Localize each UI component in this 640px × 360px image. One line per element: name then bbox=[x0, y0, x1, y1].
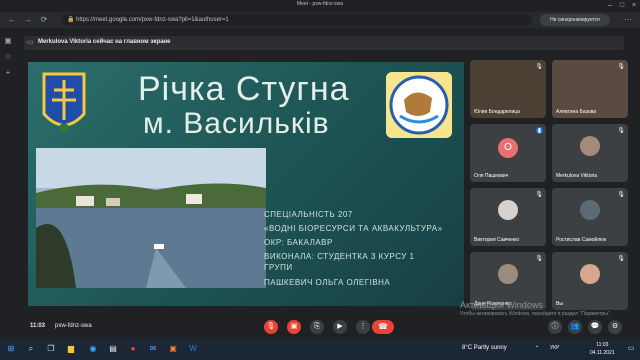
participant-tile[interactable]: 🎙 Юлия Бондарелица bbox=[470, 60, 546, 118]
browser-sidebar: ▣ ☆ + bbox=[0, 28, 16, 345]
people-button[interactable]: 👥 bbox=[568, 320, 582, 334]
info-line: «ВОДНІ БІОРЕСУРСИ ТА АКВАКУЛЬТУРА» bbox=[264, 224, 443, 233]
participant-tile[interactable]: 🎙 Merkulova Viktoria bbox=[552, 124, 628, 182]
weather-widget[interactable]: 8°C Partly sunny bbox=[462, 345, 507, 351]
mic-toggle-button[interactable]: 🎙 bbox=[264, 320, 278, 334]
clock[interactable]: 11:03 04.11.2021 bbox=[590, 341, 615, 357]
notifications-icon[interactable]: ▭ bbox=[624, 342, 638, 356]
river-photo bbox=[36, 148, 266, 288]
windows-activation-watermark: Активация Windows bbox=[460, 300, 543, 310]
mail-icon[interactable]: ✉ bbox=[146, 342, 160, 356]
present-screen-icon: ▭ bbox=[27, 39, 34, 46]
participant-name: Алевтина Базова bbox=[556, 109, 596, 115]
favorites-icon[interactable]: ☆ bbox=[3, 52, 13, 62]
explorer-icon[interactable]: ▆ bbox=[64, 342, 78, 356]
end-call-button[interactable]: ☎ bbox=[372, 320, 394, 334]
meet-control-bar: 11:03 pxw-fdnz-swa 🎙 ▣ ⎘ ▶ ⋮ ☎ ⓘ 👥 💬 ⚙ bbox=[0, 316, 640, 338]
start-icon[interactable]: ⊞ bbox=[4, 342, 18, 356]
camera-toggle-button[interactable]: ▣ bbox=[287, 320, 301, 334]
participant-name: Merkulova Viktoria bbox=[556, 173, 598, 179]
participant-tile[interactable]: ▮ О Оля Пашкевич bbox=[470, 124, 546, 182]
edge-icon[interactable]: ◉ bbox=[86, 342, 100, 356]
presentation-slide: Річка Стугна м. Васильків СПЕЦІАЛЬНІСТЬ … bbox=[28, 62, 464, 306]
presenting-text: Merkulova Viktoria сейчас на главном экр… bbox=[38, 39, 171, 45]
mic-off-icon: 🎙 bbox=[617, 256, 625, 262]
meeting-code: pxw-fdnz-swa bbox=[55, 323, 92, 329]
participant-tile[interactable]: 🎙 Алевтина Базова bbox=[552, 60, 628, 118]
word-icon[interactable]: W bbox=[186, 342, 200, 356]
info-button[interactable]: ⓘ bbox=[548, 320, 562, 334]
present-button[interactable]: ▶ bbox=[333, 320, 347, 334]
language-indicator[interactable]: УКР bbox=[550, 345, 559, 351]
meeting-time: 11:03 bbox=[30, 323, 46, 329]
sync-button[interactable]: Не синхронизируется bbox=[540, 14, 610, 26]
avatar bbox=[498, 200, 518, 220]
browser-toolbar: ← → ⟳ 🔒 https://meet.google.com/pxw-fdnz… bbox=[0, 12, 640, 28]
avatar bbox=[498, 264, 518, 284]
participant-name: Виктория Савченко bbox=[474, 237, 520, 243]
window-title: Meet - pxw-fdnz-swa bbox=[296, 1, 344, 7]
participant-name: Ростислав Самойлюк bbox=[556, 237, 607, 243]
store-icon[interactable]: ▤ bbox=[106, 342, 120, 356]
participant-name: Оля Пашкевич bbox=[474, 173, 509, 179]
mic-off-icon: 🎙 bbox=[535, 256, 543, 262]
participant-name: Юлия Бондарелица bbox=[474, 109, 520, 115]
participant-tile[interactable]: 🎙 Виктория Савченко bbox=[470, 188, 546, 246]
mic-off-icon: 🎙 bbox=[617, 128, 625, 134]
avatar bbox=[580, 136, 600, 156]
info-line: СПЕЦІАЛЬНІСТЬ 207 bbox=[264, 210, 353, 219]
tray-icons[interactable]: ⌃ bbox=[530, 342, 544, 356]
avatar bbox=[580, 264, 600, 284]
avatar bbox=[580, 200, 600, 220]
university-logo bbox=[386, 72, 452, 138]
participant-avatar: О bbox=[498, 138, 518, 158]
info-line: ПАШКЕВИЧ ОЛЬГА ОЛЕГІВНА bbox=[264, 278, 391, 287]
url-text: https://meet.google.com/pxw-fdnz-swa?pli… bbox=[76, 17, 229, 23]
chat-button[interactable]: 💬 bbox=[588, 320, 602, 334]
address-bar[interactable]: 🔒 https://meet.google.com/pxw-fdnz-swa?p… bbox=[62, 14, 532, 26]
info-line: ГРУПИ bbox=[264, 263, 293, 272]
clock-date: 04.11.2021 bbox=[590, 350, 615, 356]
clock-time: 11:03 bbox=[596, 342, 609, 348]
participant-tile[interactable]: 🎙 Вы bbox=[552, 252, 628, 310]
task-view-icon[interactable]: ❐ bbox=[44, 342, 58, 356]
presenting-notification: ▭ Merkulova Viktoria сейчас на главном э… bbox=[24, 36, 624, 50]
menu-icon[interactable]: ⋯ bbox=[622, 14, 634, 26]
back-icon[interactable]: ← bbox=[6, 14, 18, 26]
participant-tile[interactable]: 🎙 Ростислав Самойлюк bbox=[552, 188, 628, 246]
forward-icon[interactable]: → bbox=[22, 14, 34, 26]
coat-of-arms-emblem bbox=[42, 72, 86, 133]
activities-button[interactable]: ⚙ bbox=[608, 320, 622, 334]
slide-subtitle: м. Васильків bbox=[143, 107, 330, 140]
more-options-button[interactable]: ⋮ bbox=[356, 320, 370, 334]
windows-taskbar: ⊞ ⌕ ❐ ▆ ◉ ▤ ● ✉ ▣ W 8°C Partly sunny ⌃ У… bbox=[0, 338, 640, 360]
add-icon[interactable]: + bbox=[3, 68, 13, 78]
info-line: ВИКОНАЛА: СТУДЕНТКА 3 КУРСУ 1 bbox=[264, 252, 415, 261]
mic-off-icon: 🎙 bbox=[617, 192, 625, 198]
mic-off-icon: 🎙 bbox=[535, 192, 543, 198]
minimize-icon[interactable]: – bbox=[604, 0, 616, 12]
chrome-icon[interactable]: ● bbox=[126, 342, 140, 356]
info-line: ОКР: БАКАЛАВР bbox=[264, 238, 333, 247]
collections-icon[interactable]: ▣ bbox=[3, 36, 13, 46]
close-icon[interactable]: × bbox=[628, 0, 640, 12]
slide-title: Річка Стугна bbox=[138, 70, 350, 108]
search-icon[interactable]: ⌕ bbox=[24, 342, 38, 356]
participant-name: Вы bbox=[556, 301, 563, 307]
captions-button[interactable]: ⎘ bbox=[310, 320, 324, 334]
window-titlebar: Meet - pxw-fdnz-swa – □ × bbox=[0, 0, 640, 12]
office-icon[interactable]: ▣ bbox=[166, 342, 180, 356]
mic-off-icon: 🎙 bbox=[617, 64, 625, 70]
reload-icon[interactable]: ⟳ bbox=[38, 14, 50, 26]
lock-icon: 🔒 bbox=[67, 17, 75, 23]
maximize-icon[interactable]: □ bbox=[616, 0, 628, 12]
speaking-icon: ▮ bbox=[535, 127, 543, 134]
mic-off-icon: 🎙 bbox=[535, 64, 543, 70]
